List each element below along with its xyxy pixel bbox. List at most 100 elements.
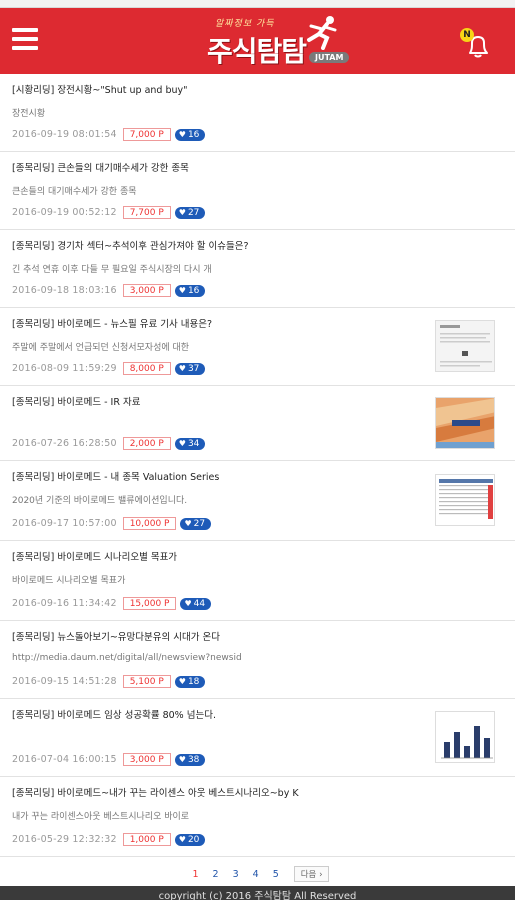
post-meta: 2016-08-09 11:59:29 8,000 P ♥ 37 [12,362,206,375]
post-thumbnail[interactable] [435,474,495,526]
logo-text: 주식탐탐 [207,35,307,68]
heart-icon: ♥ [178,285,186,295]
price-badge: 1,000 P [122,833,171,846]
post-date: 2016-09-18 18:03:16 [12,285,117,296]
like-count-badge: ♥ 44 [180,597,212,610]
post-date: 2016-09-19 00:52:12 [12,207,117,218]
post-title[interactable]: [종목리딩] 바이로메드 - IR 자료 [12,394,503,408]
post-meta: 2016-09-19 08:01:54 7,000 P ♥ 16 [12,128,206,141]
app-header: 알짜정보 가득 주식탐탐 JUTAM N [0,8,515,74]
post-summary: 바이로메드 시나리오별 목표가 [12,576,126,586]
like-count-badge: ♥ 27 [180,517,212,530]
like-count: 27 [187,207,200,218]
post-date: 2016-09-17 10:57:00 [12,518,117,529]
post-meta: 2016-05-29 12:32:32 1,000 P ♥ 20 [12,833,206,846]
post-thumbnail[interactable] [435,711,495,763]
heart-icon: ♥ [178,438,186,448]
pagination: 1 2 3 4 5 다음 › [0,866,515,884]
post-meta: 2016-09-15 14:51:28 5,100 P ♥ 18 [12,675,206,688]
post-summary: 장전시황 [12,109,46,119]
post-date: 2016-09-19 08:01:54 [12,129,117,140]
post-title[interactable]: [종목리딩] 큰손들의 대기매수세가 강한 종목 [12,160,503,174]
like-count-badge: ♥ 16 [174,128,206,141]
like-count: 34 [187,438,200,449]
price-badge: 2,000 P [122,437,171,450]
notification-button[interactable]: N [460,28,494,62]
post-thumbnail[interactable] [435,397,495,449]
like-count-badge: ♥ 37 [174,362,206,375]
post-title[interactable]: [종목리딩] 바이로메드~내가 꾸는 라이센스 아웃 베스트시나리오~by K [12,785,503,799]
like-count: 16 [187,285,200,296]
like-count: 37 [187,363,200,374]
list-item[interactable]: [종목리딩] 경기차 섹터~추석이후 관심가져야 할 이슈들은? 긴 추석 연휴 … [0,230,515,308]
list-item[interactable]: [종목리딩] 바이로메드 - 내 종목 Valuation Series 2020… [0,461,515,541]
post-list: [시황리딩] 장전시황~"Shut up and buy" 장전시황 2016-09… [0,74,515,857]
page-link-5[interactable]: 5 [273,869,279,880]
post-summary: 큰손들의 대기매수세가 강한 종목 [12,187,137,197]
site-logo[interactable]: 알짜정보 가득 주식탐탐 JUTAM [205,12,350,72]
logo-tagline: 알짜정보 가득 [215,19,275,29]
post-meta: 2016-09-19 00:52:12 7,700 P ♥ 27 [12,206,206,219]
heart-icon: ♥ [178,834,186,844]
list-item[interactable]: [종목리딩] 바이로메드~내가 꾸는 라이센스 아웃 베스트시나리오~by K 내… [0,777,515,857]
post-meta: 2016-09-18 18:03:16 3,000 P ♥ 16 [12,284,206,297]
like-count-badge: ♥ 34 [174,437,206,450]
like-count: 44 [193,598,206,609]
footer: copyright (c) 2016 주식탐탐 All Reserved [0,886,515,900]
price-badge: 8,000 P [122,362,171,375]
like-count-badge: ♥ 18 [174,675,206,688]
post-summary: 긴 추석 연휴 이후 다들 무 필요일 주식시장의 다시 개 [12,265,212,275]
list-item[interactable]: [종목리딩] 바이로메드 - 뉴스필 유료 기사 내용은? 주말에 주말에서 언급… [0,308,515,386]
post-summary: 주말에 주말에서 언급되던 신청서모자성에 대한 [12,343,190,353]
post-title[interactable]: [시황리딩] 장전시황~"Shut up and buy" [12,82,503,96]
page-link-1[interactable]: 1 [193,869,199,880]
page-link-2[interactable]: 2 [213,869,219,880]
heart-icon: ♥ [184,518,192,528]
post-meta: 2016-09-16 11:34:42 15,000 P ♥ 44 [12,597,212,610]
page-link-4[interactable]: 4 [253,869,259,880]
post-meta: 2016-09-17 10:57:00 10,000 P ♥ 27 [12,517,212,530]
post-summary: 내가 꾸는 라이센스아웃 베스트시나리오 바이로 [12,812,190,822]
post-title[interactable]: [종목리딩] 바이로메드 시나리오별 목표가 [12,549,503,563]
hamburger-menu-icon[interactable] [12,28,40,52]
price-badge: 5,100 P [122,675,171,688]
heart-icon: ♥ [184,598,192,608]
like-count-badge: ♥ 38 [174,753,206,766]
like-count-badge: ♥ 27 [174,206,206,219]
heart-icon: ♥ [178,129,186,139]
heart-icon: ♥ [178,207,186,217]
post-date: 2016-07-04 16:00:15 [12,754,117,765]
post-meta: 2016-07-26 16:28:50 2,000 P ♥ 34 [12,437,206,450]
list-item[interactable]: [종목리딩] 바이로메드 시나리오별 목표가바이로메드 시나리오별 목표가 201… [0,541,515,621]
post-title[interactable]: [종목리딩] 뉴스돌아보기~유망다분유의 시대가 온다 [12,629,503,643]
price-badge: 3,000 P [122,753,171,766]
like-count-badge: ♥ 20 [174,833,206,846]
price-badge: 15,000 P [122,597,177,610]
post-date: 2016-09-16 11:34:42 [12,598,117,609]
list-item[interactable]: [시황리딩] 장전시황~"Shut up and buy" 장전시황 2016-09… [0,74,515,152]
new-notification-badge: N [460,28,474,42]
page-link-3[interactable]: 3 [233,869,239,880]
next-page-button[interactable]: 다음 › [293,866,330,882]
post-thumbnail[interactable] [435,320,495,372]
like-count: 16 [187,129,200,140]
list-item[interactable]: [종목리딩] 뉴스돌아보기~유망다분유의 시대가 온다 http://media.… [0,621,515,699]
list-item[interactable]: [종목리딩] 큰손들의 대기매수세가 강한 종목큰손들의 대기매수세가 강한 종… [0,152,515,230]
post-title[interactable]: [종목리딩] 바이로메드 - 뉴스필 유료 기사 내용은? [12,316,503,330]
price-badge: 10,000 P [122,517,177,530]
post-date: 2016-09-15 14:51:28 [12,676,117,687]
list-item[interactable]: [종목리딩] 바이로메드 임상 성공확률 80% 넘는다. 2016-07-04 … [0,699,515,777]
heart-icon: ♥ [178,363,186,373]
price-badge: 7,000 P [122,128,171,141]
like-count-badge: ♥ 16 [174,284,206,297]
post-date: 2016-08-09 11:59:29 [12,363,117,374]
list-item[interactable]: [종목리딩] 바이로메드 - IR 자료 2016-07-26 16:28:50 2… [0,386,515,461]
post-title[interactable]: [종목리딩] 바이로메드 임상 성공확률 80% 넘는다. [12,707,503,721]
heart-icon: ♥ [178,754,186,764]
like-count: 27 [193,518,206,529]
post-title[interactable]: [종목리딩] 경기차 섹터~추석이후 관심가져야 할 이슈들은? [12,238,503,252]
post-summary: http://media.daum.net/digital/all/newsvi… [12,653,242,663]
post-title[interactable]: [종목리딩] 바이로메드 - 내 종목 Valuation Series [12,469,503,483]
post-date: 2016-05-29 12:32:32 [12,834,117,845]
like-count: 18 [187,676,200,687]
